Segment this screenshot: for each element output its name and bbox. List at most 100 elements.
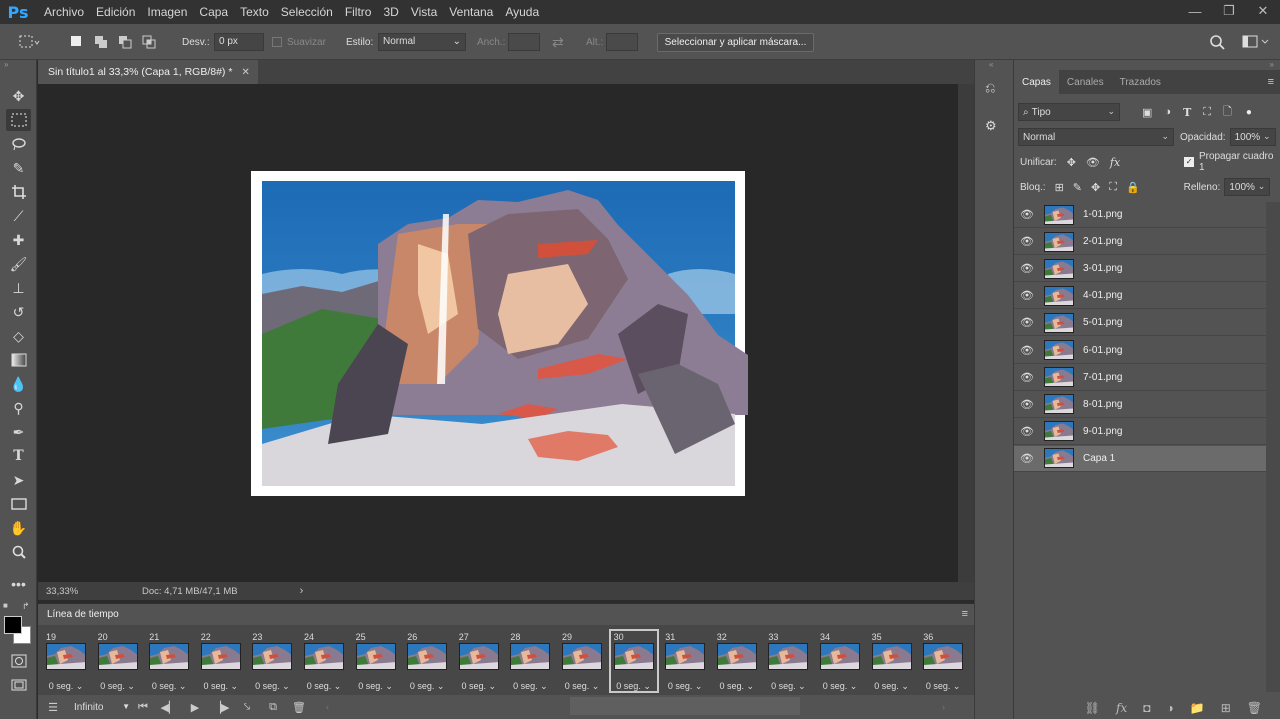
new-selection-icon[interactable]	[71, 36, 81, 46]
unify-visibility-icon[interactable]: 👁	[1086, 156, 1100, 169]
menu-seleccion[interactable]: Selección	[275, 0, 339, 24]
layer-name[interactable]: 2-01.png	[1083, 236, 1122, 247]
select-and-mask-button[interactable]: Seleccionar y aplicar máscara...	[657, 33, 814, 52]
filter-smart-object-icon[interactable]: 🗋	[1223, 103, 1232, 122]
canvas-area[interactable]	[38, 84, 958, 582]
dodge-tool-icon[interactable]: ⚲	[6, 397, 31, 419]
play-icon[interactable]: ▶	[182, 701, 208, 714]
document-tab[interactable]: Sin título1 al 33,3% (Capa 1, RGB/8#) * …	[38, 60, 258, 84]
status-menu-arrow-icon[interactable]: ›	[300, 585, 304, 597]
timeline-frame[interactable]: 25 0 seg. ⌄	[353, 631, 399, 691]
layer-row[interactable]: 👁 5-01.png	[1014, 310, 1266, 337]
tab-layers[interactable]: Capas	[1014, 70, 1059, 94]
collapse-icon[interactable]: »	[4, 60, 8, 69]
hand-tool-icon[interactable]: ✋	[6, 517, 31, 539]
properties-panel-icon[interactable]: ⚙	[985, 118, 997, 134]
new-layer-icon[interactable]: ⊞	[1221, 701, 1231, 715]
menu-vista[interactable]: Vista	[405, 0, 443, 24]
foreground-color-swatch[interactable]	[4, 616, 22, 634]
opacity-input[interactable]: 100% ⌄	[1229, 128, 1276, 146]
style-select[interactable]: Normal ⌄	[378, 33, 466, 51]
screen-mode-icon[interactable]	[6, 674, 31, 696]
frame-duration-select[interactable]: 0 seg. ⌄	[559, 681, 605, 692]
frame-duration-select[interactable]: 0 seg. ⌄	[507, 681, 553, 692]
scroll-right-icon[interactable]: ›	[942, 702, 945, 712]
layer-name[interactable]: 7-01.png	[1083, 372, 1122, 383]
timeline-frame[interactable]: 27 0 seg. ⌄	[456, 631, 502, 691]
timeline-frame[interactable]: 28 0 seg. ⌄	[507, 631, 553, 691]
duplicate-frame-icon[interactable]: ⧉	[260, 701, 286, 714]
layers-scrollbar[interactable]	[1266, 202, 1280, 692]
menu-ayuda[interactable]: Ayuda	[499, 0, 545, 24]
eraser-tool-icon[interactable]: ◇	[6, 325, 31, 347]
tab-paths[interactable]: Trazados	[1112, 70, 1169, 94]
filter-shape-icon[interactable]: ⛶	[1203, 106, 1211, 119]
close-tab-icon[interactable]: ✕	[241, 67, 249, 78]
filter-adjustment-icon[interactable]: ◑	[1164, 106, 1171, 118]
marquee-preset-picker[interactable]	[18, 24, 40, 60]
feather-input[interactable]: 0 px	[214, 33, 264, 51]
zoom-tool-icon[interactable]	[6, 541, 31, 563]
quick-selection-tool-icon[interactable]: ✎	[6, 157, 31, 179]
visibility-eye-icon[interactable]: 👁	[1014, 344, 1040, 357]
eyedropper-tool-icon[interactable]: ⟋	[6, 205, 31, 227]
frame-duration-select[interactable]: 0 seg. ⌄	[714, 681, 760, 692]
timeline-frame[interactable]: 24 0 seg. ⌄	[301, 631, 347, 691]
unify-style-icon[interactable]: fx	[1110, 156, 1120, 169]
layer-row[interactable]: 👁 4-01.png	[1014, 283, 1266, 310]
timeline-frame[interactable]: 21 0 seg. ⌄	[146, 631, 192, 691]
link-layers-icon[interactable]: ⛓	[1085, 701, 1100, 715]
visibility-eye-icon[interactable]: 👁	[1014, 316, 1040, 329]
layer-name[interactable]: 4-01.png	[1083, 290, 1122, 301]
add-mask-icon[interactable]: ◘	[1143, 701, 1150, 715]
unify-position-icon[interactable]: ✥	[1067, 156, 1076, 169]
path-selection-tool-icon[interactable]: ➤	[6, 469, 31, 491]
visibility-eye-icon[interactable]: 👁	[1014, 235, 1040, 248]
layer-name[interactable]: 1-01.png	[1083, 209, 1122, 220]
layer-row[interactable]: 👁 3-01.png	[1014, 256, 1266, 283]
timeline-frame[interactable]: 20 0 seg. ⌄	[95, 631, 141, 691]
timeline-frame[interactable]: 29 0 seg. ⌄	[559, 631, 605, 691]
frame-duration-select[interactable]: 0 seg. ⌄	[301, 681, 347, 692]
lock-position-icon[interactable]: ✥	[1091, 181, 1100, 194]
collapse-panel-icon[interactable]: »	[1270, 60, 1274, 69]
timeline-frame[interactable]: 23 0 seg. ⌄	[249, 631, 295, 691]
visibility-eye-icon[interactable]: 👁	[1014, 289, 1040, 302]
lock-transparent-icon[interactable]: ⊞	[1055, 181, 1064, 194]
frame-duration-select[interactable]: 0 seg. ⌄	[869, 681, 915, 692]
prev-frame-icon[interactable]: ◀▏	[156, 701, 182, 714]
lock-pixels-icon[interactable]: ✎	[1073, 181, 1082, 194]
rectangle-tool-icon[interactable]	[6, 493, 31, 515]
artwork-canvas[interactable]	[38, 84, 958, 582]
expand-panels-icon[interactable]: «	[989, 60, 993, 69]
menu-capa[interactable]: Capa	[193, 0, 234, 24]
move-tool-icon[interactable]: ✥	[6, 85, 31, 107]
timeline-frame[interactable]: 30 0 seg. ⌄	[608, 629, 659, 693]
height-input[interactable]	[606, 33, 638, 51]
default-colors-icon[interactable]: ■	[3, 601, 8, 610]
frame-duration-select[interactable]: 0 seg. ⌄	[404, 681, 450, 692]
search-icon[interactable]	[1208, 24, 1226, 60]
new-group-icon[interactable]: 📁	[1190, 701, 1205, 715]
rect-marquee-tool-icon[interactable]	[6, 109, 31, 131]
menu-texto[interactable]: Texto	[234, 0, 275, 24]
menu-filtro[interactable]: Filtro	[339, 0, 378, 24]
visibility-eye-icon[interactable]: 👁	[1014, 371, 1040, 384]
visibility-eye-icon[interactable]: 👁	[1014, 425, 1040, 438]
timeline-frame[interactable]: 33 0 seg. ⌄	[765, 631, 811, 691]
vertical-scrollbar[interactable]	[958, 84, 974, 582]
timeline-frame[interactable]: 26 0 seg. ⌄	[404, 631, 450, 691]
quick-mask-icon[interactable]	[6, 650, 31, 672]
frame-duration-select[interactable]: 0 seg. ⌄	[95, 681, 141, 692]
frame-duration-select[interactable]: 0 seg. ⌄	[456, 681, 502, 692]
width-input[interactable]	[508, 33, 540, 51]
filter-toggle-icon[interactable]: ●	[1246, 107, 1252, 118]
type-tool-icon[interactable]: T	[6, 445, 31, 467]
gradient-tool-icon[interactable]	[6, 349, 31, 371]
delete-frame-icon[interactable]: 🗑	[286, 701, 312, 714]
visibility-eye-icon[interactable]: 👁	[1014, 398, 1040, 411]
visibility-eye-icon[interactable]: 👁	[1014, 262, 1040, 275]
propagate-checkbox[interactable]: ✓	[1184, 157, 1194, 167]
first-frame-icon[interactable]: ⏮	[130, 701, 156, 714]
fill-input[interactable]: 100% ⌄	[1224, 178, 1271, 196]
